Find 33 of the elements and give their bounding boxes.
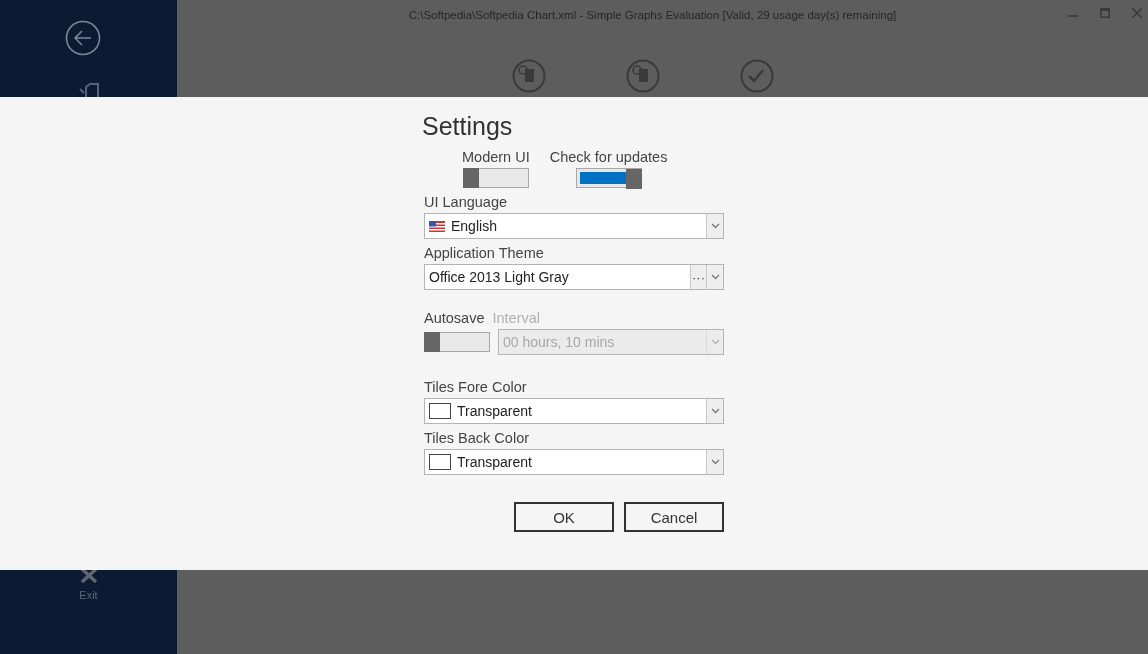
dialog-title: Settings <box>422 112 514 141</box>
chevron-down-icon <box>710 223 720 229</box>
toggle-switch[interactable] <box>462 168 529 188</box>
close-icon[interactable] <box>79 570 98 583</box>
back-icon[interactable] <box>64 20 101 56</box>
close-icon[interactable] <box>1132 8 1142 18</box>
color-swatch-icon <box>429 403 451 419</box>
document-icon[interactable] <box>77 83 100 97</box>
field-label: UI Language <box>424 194 509 210</box>
toggle-switch[interactable] <box>424 332 490 352</box>
field-label: Autosave <box>424 310 485 326</box>
field-label: Application Theme <box>424 245 545 261</box>
chevron-down-icon <box>710 408 720 414</box>
color-swatch-icon <box>429 454 451 470</box>
chevron-down-icon <box>710 339 720 345</box>
dropdown-field[interactable]: Office 2013 Light Gray ··· <box>424 264 724 290</box>
chevron-down-icon <box>710 459 720 465</box>
field-label: Interval <box>492 310 541 326</box>
dropdown-field[interactable]: Transparent <box>424 449 724 475</box>
chevron-down-icon <box>710 274 720 280</box>
dialog-button[interactable]: Cancel <box>624 502 724 532</box>
flag-icon <box>429 220 445 232</box>
toggle-switch[interactable] <box>575 168 642 188</box>
dropdown-field[interactable]: Transparent <box>424 398 724 424</box>
dialog-button[interactable]: OK <box>514 502 614 532</box>
toggle-label: Modern UI <box>462 149 530 165</box>
more-button[interactable]: ··· <box>690 265 706 289</box>
field-label: Tiles Fore Color <box>424 379 528 395</box>
maximize-icon[interactable] <box>1100 8 1110 18</box>
check-icon[interactable] <box>739 59 774 93</box>
field-label: Tiles Back Color <box>424 430 531 446</box>
dropdown-field[interactable]: English <box>424 213 724 239</box>
toggle-label: Check for updates <box>549 149 668 165</box>
